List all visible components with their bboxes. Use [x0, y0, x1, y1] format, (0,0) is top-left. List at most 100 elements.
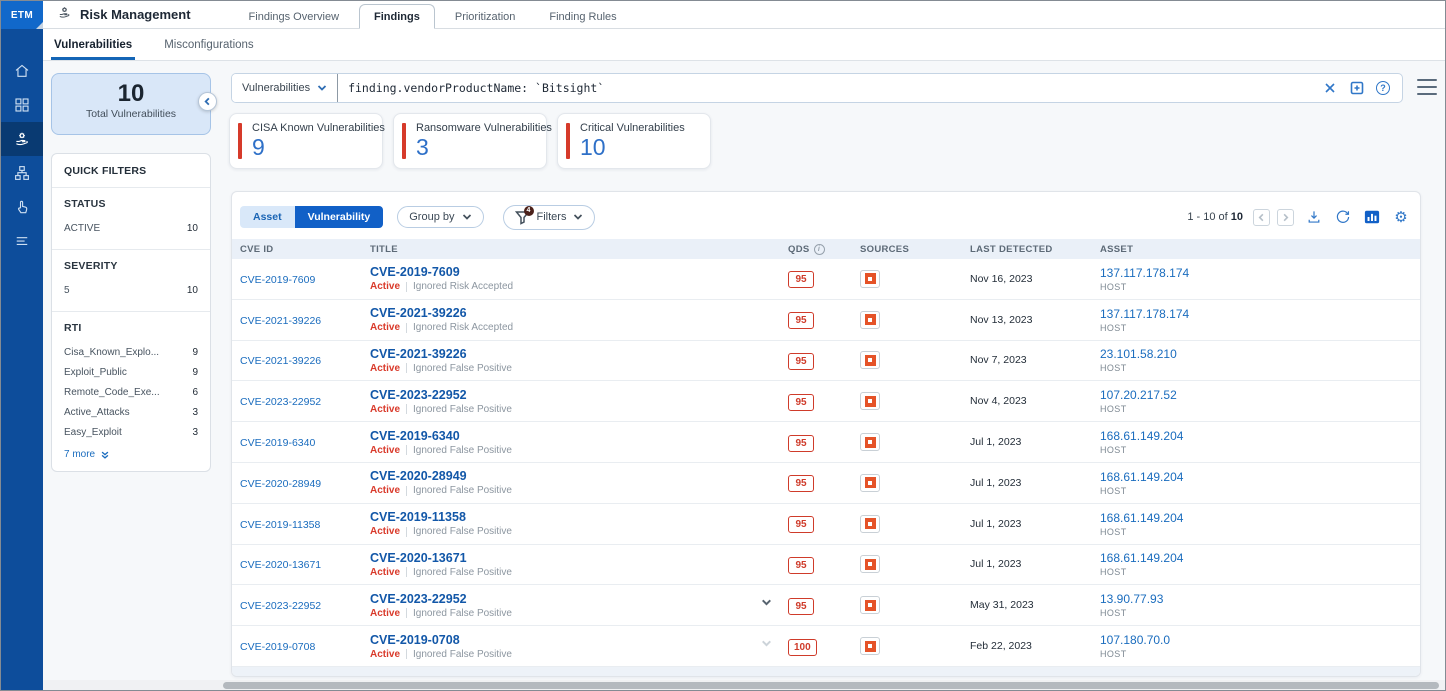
show-more-link[interactable]: 7 more — [64, 449, 198, 460]
asset-ip-link[interactable]: 13.90.77.93 — [1100, 592, 1420, 606]
asset-ip-link[interactable]: 137.117.178.174 — [1100, 266, 1420, 280]
column-header-cve[interactable]: CVE ID — [240, 244, 370, 255]
refresh-icon[interactable] — [1334, 208, 1352, 226]
table-row[interactable]: CVE-2021-39226 CVE-2021-39226 Active Ign… — [232, 341, 1420, 382]
vulnerability-title-link[interactable]: CVE-2021-39226 — [370, 347, 760, 361]
search-help-icon[interactable]: ? — [1376, 81, 1390, 95]
bitsight-source-icon[interactable] — [860, 637, 880, 655]
subtab-vulnerabilities[interactable]: Vulnerabilities — [51, 29, 135, 60]
quick-filter-item[interactable]: Easy_Exploit 3 — [64, 422, 198, 442]
stat-card-cisa[interactable]: CISA Known Vulnerabilities 9 — [229, 113, 383, 169]
table-row[interactable]: CVE-2020-28949 CVE-2020-28949 Active Ign… — [232, 463, 1420, 504]
navigation-menu-icon[interactable] — [1, 224, 43, 258]
row-expander-chevron-icon[interactable] — [760, 596, 788, 614]
table-row[interactable]: CVE-2023-22952 CVE-2023-22952 Active Ign… — [232, 585, 1420, 626]
quick-filter-item[interactable]: 5 10 — [64, 280, 198, 300]
asset-ip-link[interactable]: 168.61.149.204 — [1100, 470, 1420, 484]
bitsight-source-icon[interactable] — [860, 392, 880, 410]
vulnerability-title-link[interactable]: CVE-2023-22952 — [370, 592, 760, 606]
asset-ip-link[interactable]: 168.61.149.204 — [1100, 551, 1420, 565]
table-row[interactable]: CVE-2019-0708 CVE-2019-0708 Active Ignor… — [232, 626, 1420, 667]
cve-id-link[interactable]: CVE-2019-0708 — [240, 641, 315, 653]
menu-icon[interactable] — [1417, 79, 1437, 95]
stat-card-ransomware[interactable]: Ransomware Vulnerabilities 3 — [393, 113, 547, 169]
vulnerability-title-link[interactable]: CVE-2020-28949 — [370, 469, 760, 483]
chart-view-icon[interactable] — [1363, 208, 1381, 226]
cve-id-link[interactable]: CVE-2020-13671 — [240, 559, 321, 571]
vulnerability-title-link[interactable]: CVE-2019-0708 — [370, 633, 760, 647]
column-header-asset[interactable]: ASSET — [1100, 244, 1420, 255]
asset-ip-link[interactable]: 168.61.149.204 — [1100, 429, 1420, 443]
top-tab-findings-overview[interactable]: Findings Overview — [235, 5, 353, 28]
table-row[interactable]: CVE-2019-11358 CVE-2019-11358 Active Ign… — [232, 504, 1420, 545]
search-scope-dropdown[interactable]: Vulnerabilities — [232, 74, 337, 102]
asset-ip-link[interactable]: 23.101.58.210 — [1100, 347, 1420, 361]
filters-dropdown[interactable]: 4 Filters — [503, 205, 596, 230]
next-page-button[interactable] — [1277, 209, 1294, 226]
vulnerability-title-link[interactable]: CVE-2019-7609 — [370, 265, 760, 279]
bitsight-source-icon[interactable] — [860, 311, 880, 329]
app-logo[interactable]: ETM — [1, 1, 43, 29]
cve-id-link[interactable]: CVE-2020-28949 — [240, 478, 321, 490]
bitsight-source-icon[interactable] — [860, 270, 880, 288]
top-tab-findings[interactable]: Findings — [359, 4, 435, 29]
asset-ip-link[interactable]: 107.20.217.52 — [1100, 388, 1420, 402]
quick-filter-item[interactable]: Exploit_Public 9 — [64, 362, 198, 382]
vulnerability-title-link[interactable]: CVE-2021-39226 — [370, 306, 760, 320]
cve-id-link[interactable]: CVE-2021-39226 — [240, 355, 321, 367]
quick-filter-item[interactable]: Active_Attacks 3 — [64, 402, 198, 422]
row-expander-chevron-icon[interactable] — [760, 637, 788, 655]
view-toggle-asset[interactable]: Asset — [240, 206, 295, 228]
collapse-panel-button[interactable] — [198, 92, 217, 111]
column-header-sources[interactable]: SOURCES — [860, 244, 970, 255]
horizontal-scrollbar-thumb[interactable] — [223, 682, 1439, 689]
cve-id-link[interactable]: CVE-2019-11358 — [240, 519, 320, 531]
search-query-input[interactable] — [338, 74, 1322, 102]
asset-ip-link[interactable]: 137.117.178.174 — [1100, 307, 1420, 321]
home-icon[interactable] — [1, 54, 43, 88]
download-icon[interactable] — [1305, 208, 1323, 226]
add-to-search-icon[interactable] — [1349, 80, 1365, 96]
vulnerability-title-link[interactable]: CVE-2019-11358 — [370, 510, 760, 524]
top-tab-prioritization[interactable]: Prioritization — [441, 5, 530, 28]
cve-id-link[interactable]: CVE-2021-39226 — [240, 315, 321, 327]
bitsight-source-icon[interactable] — [860, 596, 880, 614]
table-row[interactable]: CVE-2019-6340 CVE-2019-6340 Active Ignor… — [232, 422, 1420, 463]
column-header-last-detected[interactable]: LAST DETECTED — [970, 244, 1100, 255]
column-header-qds[interactable]: QDS i — [788, 244, 860, 255]
asset-ip-link[interactable]: 168.61.149.204 — [1100, 511, 1420, 525]
table-row[interactable]: CVE-2021-39226 CVE-2021-39226 Active Ign… — [232, 300, 1420, 341]
asset-ip-link[interactable]: 107.180.70.0 — [1100, 633, 1420, 647]
quick-filter-item[interactable]: ACTIVE 10 — [64, 218, 198, 238]
bitsight-source-icon[interactable] — [860, 351, 880, 369]
vulnerability-title-link[interactable]: CVE-2020-13671 — [370, 551, 760, 565]
view-toggle-vulnerability[interactable]: Vulnerability — [295, 206, 384, 228]
prev-page-button[interactable] — [1253, 209, 1270, 226]
vulnerability-title-link[interactable]: CVE-2023-22952 — [370, 388, 760, 402]
qds-info-icon[interactable]: i — [814, 244, 825, 255]
network-icon[interactable] — [1, 156, 43, 190]
bitsight-source-icon[interactable] — [860, 555, 880, 573]
cve-id-link[interactable]: CVE-2023-22952 — [240, 396, 321, 408]
bitsight-source-icon[interactable] — [860, 433, 880, 451]
column-header-title[interactable]: TITLE — [370, 244, 760, 255]
settings-gear-icon[interactable]: ⚙ — [1392, 208, 1410, 226]
table-row[interactable]: CVE-2023-22952 CVE-2023-22952 Active Ign… — [232, 381, 1420, 422]
vulnerability-title-link[interactable]: CVE-2019-6340 — [370, 429, 760, 443]
total-vulnerabilities-card[interactable]: 10 Total Vulnerabilities — [51, 73, 211, 135]
clear-search-icon[interactable] — [1322, 80, 1338, 96]
table-row[interactable]: CVE-2019-7609 CVE-2019-7609 Active Ignor… — [232, 259, 1420, 300]
risk-management-icon[interactable] — [1, 122, 43, 156]
cve-id-link[interactable]: CVE-2023-22952 — [240, 600, 321, 612]
quick-filter-item[interactable]: Remote_Code_Exe... 6 — [64, 382, 198, 402]
table-row[interactable]: CVE-2020-13671 CVE-2020-13671 Active Ign… — [232, 545, 1420, 586]
stat-card-critical[interactable]: Critical Vulnerabilities 10 — [557, 113, 711, 169]
cve-id-link[interactable]: CVE-2019-7609 — [240, 274, 315, 286]
cve-id-link[interactable]: CVE-2019-6340 — [240, 437, 315, 449]
bitsight-source-icon[interactable] — [860, 474, 880, 492]
top-tab-finding-rules[interactable]: Finding Rules — [535, 5, 630, 28]
bitsight-source-icon[interactable] — [860, 515, 880, 533]
modules-icon[interactable] — [1, 88, 43, 122]
subtab-misconfigurations[interactable]: Misconfigurations — [161, 29, 256, 60]
click-select-icon[interactable] — [1, 190, 43, 224]
